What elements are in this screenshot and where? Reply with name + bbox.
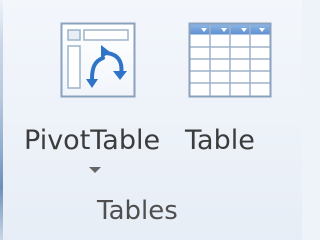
ribbon-group-left-edge	[0, 0, 3, 240]
chevron-down-icon[interactable]	[89, 167, 101, 173]
table-icon	[188, 22, 272, 98]
pivottable-icon	[60, 22, 136, 98]
table-label: Table	[185, 125, 255, 156]
table-button[interactable]: Table	[182, 14, 282, 174]
ribbon-group-tables: PivotTable Table Tables	[0, 0, 302, 240]
pivottable-label: PivotTable	[24, 125, 161, 156]
ribbon-group-label: Tables	[97, 196, 178, 226]
pivottable-button[interactable]: PivotTable	[20, 14, 176, 194]
